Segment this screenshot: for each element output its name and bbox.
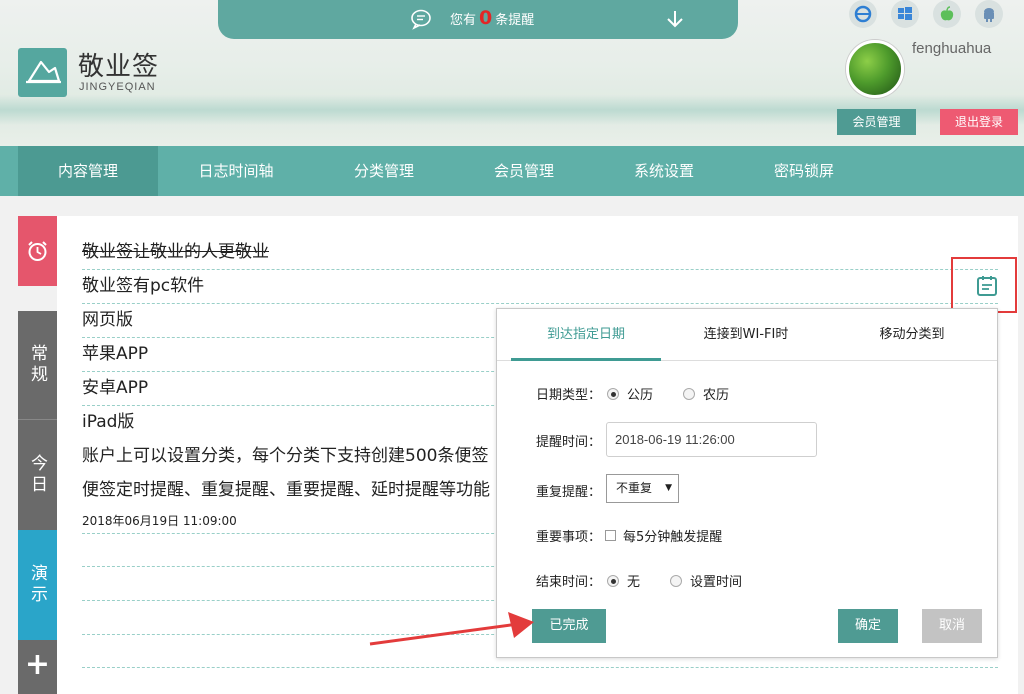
- annotation-arrow-icon: [369, 612, 534, 646]
- date-type-label: 日期类型：: [536, 388, 602, 403]
- important-label: 重要事项：: [536, 530, 602, 545]
- option-set-time-label: 设置时间: [690, 575, 743, 590]
- android-icon[interactable]: [975, 0, 1003, 28]
- windows-icon[interactable]: [891, 0, 919, 28]
- message-bubble-icon: [411, 9, 431, 30]
- option-lunar-label: 农历: [703, 388, 730, 403]
- end-time-row: 结束时间： 无 设置时间: [536, 571, 742, 590]
- member-management-button[interactable]: 会员管理: [837, 109, 916, 135]
- brand-subtitle: JINGYEQIAN: [79, 81, 156, 93]
- apple-icon[interactable]: [933, 0, 961, 28]
- date-type-row: 日期类型： 公历 农历: [536, 384, 729, 403]
- nav-timeline[interactable]: 日志时间轴: [166, 146, 306, 196]
- calendar-icon[interactable]: [976, 275, 998, 297]
- add-category-button[interactable]: +: [18, 640, 57, 694]
- remind-time-row: 提醒时间：: [536, 431, 601, 450]
- important-checkbox[interactable]: [605, 530, 617, 541]
- chevron-down-icon: ▼: [665, 483, 672, 493]
- repeat-row: 重复提醒：: [536, 481, 601, 500]
- tab-specific-date[interactable]: 到达指定日期: [511, 309, 661, 361]
- note-item[interactable]: 敬业签让敬业的人更敬业: [82, 236, 998, 270]
- nav-password-lock[interactable]: 密码锁屏: [734, 146, 874, 196]
- radio-solar[interactable]: [607, 387, 620, 400]
- brand-title: 敬业签: [78, 52, 160, 82]
- platform-icons: [849, 0, 1017, 28]
- tab-wifi[interactable]: 连接到WI-FI时: [671, 309, 821, 361]
- radio-end-set-time[interactable]: [670, 574, 683, 587]
- nav-system-settings[interactable]: 系统设置: [594, 146, 734, 196]
- reminder-bar[interactable]: 您有 0 条提醒: [218, 0, 738, 39]
- remind-time-label: 提醒时间：: [536, 435, 602, 450]
- important-option-label: 每5分钟触发提醒: [623, 530, 723, 545]
- cancel-button[interactable]: 取消: [922, 609, 982, 643]
- sidebar-tab-general[interactable]: 常规: [18, 311, 57, 419]
- main-nav: 内容管理 日志时间轴 分类管理 会员管理 系统设置 密码锁屏: [0, 146, 1024, 196]
- confirm-button[interactable]: 确定: [838, 609, 898, 643]
- sidebar-tab-today[interactable]: 今日: [18, 420, 57, 530]
- alarm-tab[interactable]: [18, 216, 57, 286]
- repeat-label: 重复提醒：: [536, 485, 602, 500]
- sidebar-tab-demo[interactable]: 演示: [18, 530, 57, 640]
- repeat-select[interactable]: 不重复 ▼: [606, 474, 679, 503]
- popup-tabs: 到达指定日期 连接到WI-FI时 移动分类到: [497, 309, 997, 361]
- arrow-down-icon[interactable]: [666, 9, 684, 29]
- tab-move-category[interactable]: 移动分类到: [837, 309, 987, 361]
- completed-button[interactable]: 已完成: [532, 609, 606, 643]
- avatar[interactable]: [846, 40, 904, 98]
- logo-icon: [18, 48, 67, 97]
- logout-button[interactable]: 退出登录: [940, 109, 1018, 135]
- note-item[interactable]: 敬业签有pc软件: [82, 270, 998, 304]
- divider: [82, 667, 998, 668]
- end-time-label: 结束时间：: [536, 575, 602, 590]
- nav-member-management[interactable]: 会员管理: [454, 146, 594, 196]
- nav-content-management[interactable]: 内容管理: [18, 146, 158, 196]
- nav-category-management[interactable]: 分类管理: [314, 146, 454, 196]
- important-row: 重要事项： 每5分钟触发提醒: [536, 526, 722, 545]
- ie-icon[interactable]: [849, 0, 877, 28]
- remind-time-input[interactable]: 2018-06-19 11:26:00: [606, 422, 817, 457]
- radio-end-none[interactable]: [607, 574, 620, 587]
- radio-lunar[interactable]: [683, 387, 696, 400]
- reminder-text: 您有 0 条提醒: [450, 7, 535, 29]
- option-solar-label: 公历: [627, 388, 654, 403]
- option-none-label: 无: [627, 575, 641, 590]
- note-timestamp: 2018年06月19日 11:09:00: [82, 514, 237, 528]
- username: fenghuahua: [912, 40, 992, 57]
- reminder-count: 0: [479, 7, 493, 29]
- repeat-value: 不重复: [616, 481, 653, 495]
